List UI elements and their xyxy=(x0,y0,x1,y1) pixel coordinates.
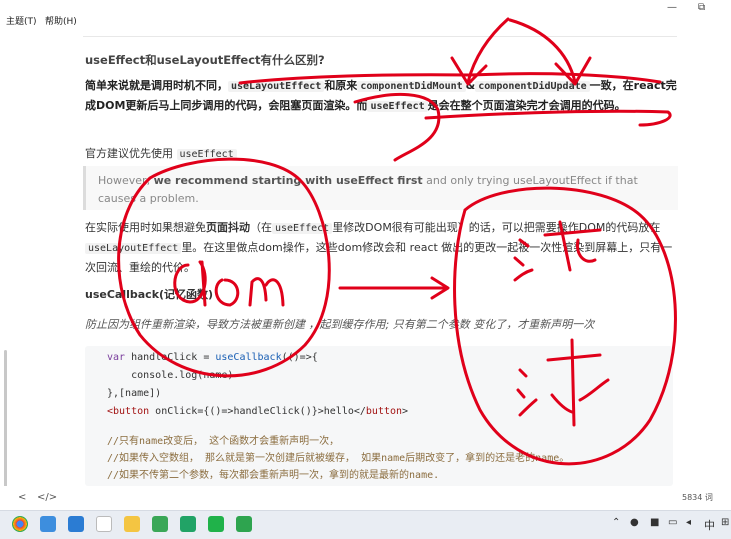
status-bar: < </> 5834 词 xyxy=(0,486,731,510)
scrollbar[interactable] xyxy=(4,350,7,490)
blockquote: However, we recommend starting with useE… xyxy=(83,166,678,210)
paragraph-usecallback: 防止因为组件重新渲染，导致方法被重新创建 ，起到缓存作用; 只有第二个参数 变化… xyxy=(85,318,595,331)
input-language[interactable]: 中 xyxy=(704,517,715,533)
paragraph-usage: 在实际使用时如果想避免页面抖动（在 useEffect 里修改DOM很有可能出现）的… xyxy=(85,218,677,277)
code-token: <button xyxy=(107,406,150,417)
paragraph-recommend: 官方建议优先使用 useEffect xyxy=(85,144,237,165)
inline-code: useEffect xyxy=(367,101,428,112)
inline-code: useLayoutEffect xyxy=(85,243,182,254)
code-line: var handleClick = useCallback(()=>{ xyxy=(107,350,318,366)
network-icon[interactable]: ▭ xyxy=(668,517,677,528)
code-block: var handleClick = useCallback(()=>{ cons… xyxy=(85,346,673,486)
chrome-icon[interactable] xyxy=(12,516,28,532)
code-line: <button onClick={()=>handleClick()}>hell… xyxy=(107,404,408,420)
text: 简单来说就是调用时机不同， xyxy=(85,79,228,92)
menu-help[interactable]: 帮助(H) xyxy=(45,14,77,27)
menu-bar: 主题(T) 帮助(H) — ⧉ xyxy=(0,0,731,28)
restore-button[interactable]: ⧉ xyxy=(698,2,705,13)
tray-icon[interactable]: ● xyxy=(630,517,639,528)
app-icon[interactable] xyxy=(208,516,224,532)
text: 在实际使用时如果想避免 xyxy=(85,221,206,234)
bold-text: we recommend starting with useEffect fir… xyxy=(153,174,423,187)
menu-theme[interactable]: 主题(T) xyxy=(6,14,37,27)
text: & xyxy=(465,79,476,92)
code-token: var xyxy=(107,352,126,363)
text: 里修改DOM很有可能出现）的话，可以把需要操作DOM的代码放在 xyxy=(332,221,661,234)
code-token: (()=>{ xyxy=(281,352,318,363)
tray-grid-icon[interactable]: ⊞ xyxy=(721,517,729,528)
inline-code: useEffect xyxy=(176,149,237,160)
back-button[interactable]: < xyxy=(18,492,26,503)
word-count: 5834 词 xyxy=(682,493,713,502)
inline-code: useEffect xyxy=(272,223,333,234)
quote-text: However, we recommend starting with useE… xyxy=(98,172,668,208)
tray-icon[interactable]: ■ xyxy=(650,517,659,528)
code-token: button xyxy=(365,406,403,417)
code-comment: //如果传入空数组， 那么就是第一次创建后就被缓存， 如果name后期改变了，拿… xyxy=(107,453,570,464)
bold-text: 页面抖动 xyxy=(206,221,250,234)
volume-icon[interactable]: ◂ xyxy=(686,517,691,528)
code-line: },[name]) xyxy=(107,388,162,399)
inline-code: componentDidMount xyxy=(357,81,466,92)
text: However, xyxy=(98,174,154,187)
inline-code: useLayoutEffect xyxy=(228,81,325,92)
vscode-icon[interactable] xyxy=(68,516,84,532)
source-mode-button[interactable]: </> xyxy=(37,492,57,503)
minimize-button[interactable]: — xyxy=(667,2,677,13)
taskbar: ⌃ ● ■ ▭ ◂ 中 ⊞ xyxy=(0,510,731,539)
text: 官方建议优先使用 xyxy=(85,147,173,160)
folder-icon[interactable] xyxy=(124,516,140,532)
typora-icon[interactable] xyxy=(96,516,112,532)
code-line: console.log(name) xyxy=(107,370,234,381)
code-token: onClick={()=>handleClick()}>hello</ xyxy=(149,406,366,417)
app-icon[interactable] xyxy=(152,516,168,532)
app-icon[interactable] xyxy=(236,516,252,532)
text: （在 xyxy=(250,221,272,234)
section-heading: useEffect和useLayoutEffect有什么区别? xyxy=(85,53,325,67)
document-content: useEffect和useLayoutEffect有什么区别? 简单来说就是调用… xyxy=(83,28,679,494)
divider xyxy=(83,36,677,37)
code-comment: //如果不传第二个参数，每次都会重新声明一次，拿到的就是最新的name. xyxy=(107,470,440,481)
code-token: > xyxy=(402,406,409,417)
app-icon[interactable] xyxy=(180,516,196,532)
app-icon[interactable] xyxy=(40,516,56,532)
inline-code: componentDidUpdate xyxy=(475,81,590,92)
paragraph-difference: 简单来说就是调用时机不同， useLayoutEffect 和原来 component… xyxy=(85,76,677,116)
subsection-heading: useCallback(记忆函数) xyxy=(85,288,214,301)
code-token: useCallback xyxy=(215,352,282,363)
text: 是会在整个页面渲染完才会调用的代码。 xyxy=(427,99,626,112)
code-token: handleClick = xyxy=(125,352,216,363)
tray-chevron-icon[interactable]: ⌃ xyxy=(612,517,620,528)
right-rail xyxy=(684,28,731,486)
text: 和原来 xyxy=(324,79,358,92)
code-comment: //只有name改变后， 这个函数才会重新声明一次， xyxy=(107,436,340,447)
